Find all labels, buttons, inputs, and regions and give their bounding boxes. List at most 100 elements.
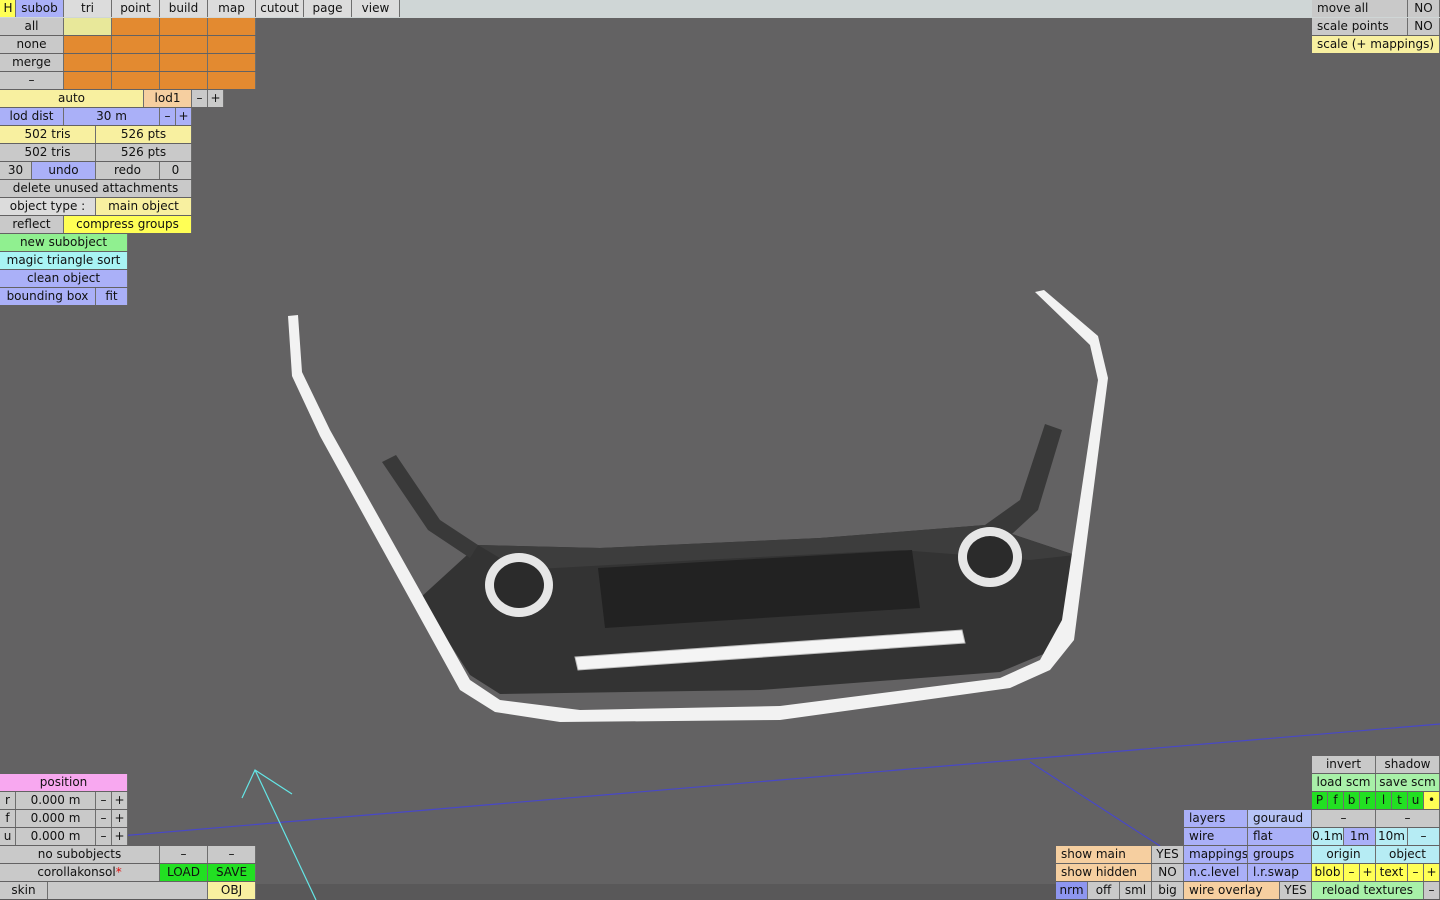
wire-overlay-label[interactable]: wire overlay [1184, 882, 1280, 899]
compress-groups-button[interactable]: compress groups [64, 216, 192, 233]
show-main-toggle[interactable]: YES [1152, 846, 1184, 863]
dash-b-button[interactable]: – [1376, 810, 1440, 827]
subob-slot[interactable] [64, 72, 112, 89]
layers-button[interactable]: layers [1184, 810, 1248, 827]
h-toggle-button[interactable]: H [0, 0, 16, 17]
tab-subob[interactable]: subob [16, 0, 64, 17]
gouraud-button[interactable]: gouraud [1248, 810, 1312, 827]
wire-overlay-toggle[interactable]: YES [1280, 882, 1312, 899]
subob-slot[interactable] [208, 18, 256, 35]
new-subobject-button[interactable]: new subobject [0, 234, 128, 251]
lod1-button[interactable]: lod1 [144, 90, 192, 107]
origin-button[interactable]: origin [1312, 846, 1376, 863]
reload-dash-button[interactable]: – [1424, 882, 1440, 899]
shadow-button[interactable]: shadow [1376, 756, 1440, 773]
delete-unused-attachments-button[interactable]: delete unused attachments [0, 180, 192, 197]
subob-slot[interactable] [64, 54, 112, 71]
subob-dash-button[interactable]: – [0, 72, 64, 89]
position-u-value[interactable]: 0.000 m [16, 828, 96, 845]
show-main-label[interactable]: show main [1056, 846, 1152, 863]
scale-mappings-button[interactable]: scale (+ mappings) [1312, 36, 1440, 53]
subob-slot[interactable] [112, 54, 160, 71]
dash-a-button[interactable]: – [1312, 810, 1376, 827]
bounding-box-button[interactable]: bounding box [0, 288, 96, 305]
nc-level-button[interactable]: n.c.level [1184, 864, 1248, 881]
load-button[interactable]: LOAD [160, 864, 208, 881]
subob-slot[interactable] [160, 18, 208, 35]
subob-slot[interactable] [208, 36, 256, 53]
tab-map[interactable]: map [208, 0, 256, 17]
sml-button[interactable]: sml [1120, 882, 1152, 899]
save-scm-button[interactable]: save scm [1376, 774, 1440, 791]
position-u-minus-button[interactable]: – [96, 828, 112, 845]
view-key-u[interactable]: u [1408, 792, 1424, 809]
undo-button[interactable]: undo [32, 162, 96, 179]
show-hidden-toggle[interactable]: NO [1152, 864, 1184, 881]
view-key-l[interactable]: l [1376, 792, 1392, 809]
show-hidden-label[interactable]: show hidden [1056, 864, 1152, 881]
scale-10m-button[interactable]: 10m [1376, 828, 1408, 845]
blob-button[interactable]: blob [1312, 864, 1344, 881]
lod-dist-value[interactable]: 30 m [64, 108, 160, 125]
subob-slot[interactable] [112, 36, 160, 53]
position-r-plus-button[interactable]: + [112, 792, 128, 809]
subob-slot[interactable] [160, 72, 208, 89]
lod-dist-plus-button[interactable]: + [176, 108, 192, 125]
tab-tri[interactable]: tri [64, 0, 112, 17]
view-key-b[interactable]: b [1344, 792, 1360, 809]
redo-button[interactable]: redo [96, 162, 160, 179]
text-plus-button[interactable]: + [1424, 864, 1440, 881]
position-f-value[interactable]: 0.000 m [16, 810, 96, 827]
scale-dash-button[interactable]: – [1408, 828, 1440, 845]
subobject-select[interactable]: no subobjects [0, 846, 160, 863]
flat-button[interactable]: flat [1248, 828, 1312, 845]
scale-01m-button[interactable]: 0.1m [1312, 828, 1344, 845]
scale-points-label[interactable]: scale points [1312, 18, 1408, 35]
magic-triangle-sort-button[interactable]: magic triangle sort [0, 252, 128, 269]
viewport[interactable] [0, 0, 1440, 900]
clean-object-button[interactable]: clean object [0, 270, 128, 287]
nrm-button[interactable]: nrm [1056, 882, 1088, 899]
tab-page[interactable]: page [304, 0, 352, 17]
reflect-button[interactable]: reflect [0, 216, 64, 233]
object-button[interactable]: object [1376, 846, 1440, 863]
obj-button[interactable]: OBJ [208, 882, 256, 899]
skin-button[interactable]: skin [0, 882, 48, 899]
text-minus-button[interactable]: – [1408, 864, 1424, 881]
subob-slot[interactable] [64, 18, 112, 35]
tab-cutout[interactable]: cutout [256, 0, 304, 17]
subob-slot[interactable] [208, 54, 256, 71]
subobject-dash-1[interactable]: – [160, 846, 208, 863]
blob-plus-button[interactable]: + [1360, 864, 1376, 881]
lod-dist-minus-button[interactable]: – [160, 108, 176, 125]
view-key-f[interactable]: f [1328, 792, 1344, 809]
position-r-value[interactable]: 0.000 m [16, 792, 96, 809]
subob-slot[interactable] [208, 72, 256, 89]
filename-field[interactable]: corollakonsol* [0, 864, 160, 881]
mappings-button[interactable]: mappings [1184, 846, 1248, 863]
position-r-minus-button[interactable]: – [96, 792, 112, 809]
lod-auto-button[interactable]: auto [0, 90, 144, 107]
subobject-dash-2[interactable]: – [208, 846, 256, 863]
view-key-p[interactable]: P [1312, 792, 1328, 809]
scale-1m-button[interactable]: 1m [1344, 828, 1376, 845]
subob-slot[interactable] [160, 54, 208, 71]
subob-slot[interactable] [112, 18, 160, 35]
save-button[interactable]: SAVE [208, 864, 256, 881]
object-type-select[interactable]: main object [96, 198, 192, 215]
lod-plus-button[interactable]: + [208, 90, 224, 107]
reload-textures-button[interactable]: reload textures [1312, 882, 1424, 899]
scale-points-toggle[interactable]: NO [1408, 18, 1440, 35]
subob-slot[interactable] [112, 72, 160, 89]
lr-swap-button[interactable]: l.r.swap [1248, 864, 1312, 881]
select-all-button[interactable]: all [0, 18, 64, 35]
subob-slot[interactable] [64, 36, 112, 53]
position-u-plus-button[interactable]: + [112, 828, 128, 845]
tab-point[interactable]: point [112, 0, 160, 17]
view-key-r[interactable]: r [1360, 792, 1376, 809]
big-button[interactable]: big [1152, 882, 1184, 899]
position-f-minus-button[interactable]: – [96, 810, 112, 827]
blob-minus-button[interactable]: – [1344, 864, 1360, 881]
tab-view[interactable]: view [352, 0, 400, 17]
select-none-button[interactable]: none [0, 36, 64, 53]
